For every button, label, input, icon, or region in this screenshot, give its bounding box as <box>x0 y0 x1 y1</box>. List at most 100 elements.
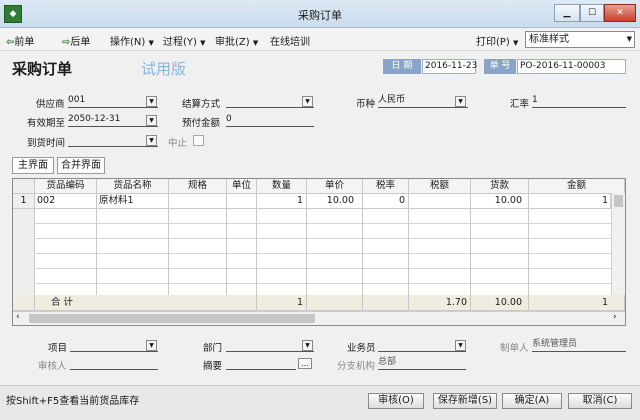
total-amount: 1 <box>529 295 625 311</box>
expiry-dropdown-icon[interactable]: ▼ <box>146 115 157 126</box>
process-menu[interactable]: 过程(Y) ▼ <box>163 33 206 48</box>
supplier-dropdown-icon[interactable]: ▼ <box>146 96 157 107</box>
cell-tax[interactable] <box>409 194 471 209</box>
department-label: 部门 <box>203 343 223 354</box>
cell-unit[interactable] <box>227 194 257 209</box>
col-header-qty: 数量 <box>257 179 307 194</box>
cancel-button[interactable]: 取消(C) <box>568 393 632 409</box>
prepay-field[interactable]: 0 <box>226 113 314 127</box>
arrival-label: 到货时间 <box>27 138 66 149</box>
summary-more-button[interactable]: … <box>298 358 312 369</box>
online-training-button[interactable]: 在线培训 <box>270 33 310 48</box>
supplier-label: 供应商 <box>36 99 65 110</box>
row-number: 1 <box>13 194 35 209</box>
arrival-dropdown-icon[interactable]: ▼ <box>146 135 157 146</box>
title-bar: ◆ 采购订单 ▁ ☐ ✕ <box>0 0 640 28</box>
scroll-left-icon[interactable]: ‹ <box>16 312 20 322</box>
caret-down-icon: ▼ <box>148 39 154 47</box>
project-field[interactable] <box>70 338 158 352</box>
toolbar: ⇦前单 ⇨后单 操作(N) ▼ 过程(Y) ▼ 审批(Z) ▼ 在线培训 打印(… <box>0 29 640 51</box>
col-header-price: 单价 <box>307 179 363 194</box>
department-dropdown-icon[interactable]: ▼ <box>302 340 313 351</box>
approve-menu[interactable]: 审批(Z) ▼ <box>215 33 258 48</box>
cell-spec[interactable] <box>169 194 227 209</box>
branch-label: 分支机构 <box>337 361 376 372</box>
purchase-order-window: ◆ 采购订单 ▁ ☐ ✕ ⇦前单 ⇨后单 操作(N) ▼ 过程(Y) ▼ 审批(… <box>0 0 640 420</box>
exchange-rate-field[interactable]: 1 <box>532 94 626 108</box>
scroll-right-icon[interactable]: › <box>613 312 617 322</box>
col-header-unit: 单位 <box>227 179 257 194</box>
auditor-label: 审核人 <box>38 361 67 372</box>
caret-down-icon: ▼ <box>626 35 632 43</box>
audit-button[interactable]: 审核(O) <box>368 393 424 409</box>
caret-down-icon: ▼ <box>513 39 519 47</box>
date-field[interactable]: 2016-11-23 <box>422 59 477 74</box>
salesperson-label: 业务员 <box>347 343 376 354</box>
order-no-field[interactable]: PO-2016-11-00003 <box>517 59 626 74</box>
cell-price[interactable]: 10.00 <box>307 194 363 209</box>
print-style-select[interactable]: 标准样式 ▼ <box>525 31 635 48</box>
col-header-taxrate: 税率 <box>363 179 409 194</box>
arrival-field[interactable] <box>68 133 158 147</box>
tab-main[interactable]: 主界面 <box>12 157 54 174</box>
status-hint: 按Shift+F5查看当前货品库存 <box>6 396 140 407</box>
scroll-thumb[interactable] <box>614 195 623 207</box>
prepay-label: 预付金额 <box>182 118 221 129</box>
cell-name[interactable]: 原材料1 <box>97 194 169 209</box>
maximize-button[interactable]: ☐ <box>580 4 604 22</box>
grid-vertical-scrollbar[interactable] <box>611 193 625 295</box>
summary-field[interactable] <box>226 356 296 370</box>
save-new-button[interactable]: 保存新增(S) <box>433 393 497 409</box>
supplier-field[interactable]: 001 <box>68 94 158 108</box>
settlement-label: 结算方式 <box>182 99 221 110</box>
window-title: 采购订单 <box>298 9 342 22</box>
col-header-amount: 金额 <box>529 179 625 194</box>
page-title: 采购订单 <box>12 60 73 78</box>
tab-merge[interactable]: 合并界面 <box>57 157 105 174</box>
maker-field: 系统管理员 <box>532 338 626 352</box>
empty-rows[interactable] <box>13 209 611 295</box>
print-menu[interactable]: 打印(P) ▼ <box>476 33 518 48</box>
project-label: 项目 <box>48 343 68 354</box>
items-table: 货品编码 货品名称 规格 单位 数量 单价 税率 税额 货款 金额 1 002 … <box>12 178 626 326</box>
total-goods: 10.00 <box>471 295 529 311</box>
close-button[interactable]: ✕ <box>604 4 636 22</box>
auditor-field <box>70 356 158 370</box>
date-label: 日 期 <box>383 59 421 74</box>
suspend-label: 中止 <box>168 138 188 149</box>
settlement-field[interactable] <box>226 94 314 108</box>
department-field[interactable] <box>226 338 314 352</box>
col-header-goods: 货款 <box>471 179 529 194</box>
row-header-corner <box>13 179 35 194</box>
col-header-spec: 规格 <box>169 179 227 194</box>
minimize-button[interactable]: ▁ <box>554 4 580 22</box>
cell-taxrate[interactable]: 0 <box>363 194 409 209</box>
currency-dropdown-icon[interactable]: ▼ <box>455 96 466 107</box>
cell-goods[interactable]: 10.00 <box>471 194 529 209</box>
salesperson-dropdown-icon[interactable]: ▼ <box>455 340 466 351</box>
next-doc-button[interactable]: ⇨后单 <box>62 33 90 48</box>
salesperson-field[interactable] <box>378 338 466 352</box>
suspend-checkbox[interactable] <box>193 135 204 146</box>
status-bar: 按Shift+F5查看当前货品库存 审核(O) 保存新增(S) 确定(A) 取消… <box>0 385 640 420</box>
expiry-label: 有效期至 <box>27 118 66 129</box>
branch-field: 总部 <box>378 356 466 370</box>
grid-horizontal-scrollbar[interactable]: ‹ › <box>13 311 625 325</box>
scroll-thumb[interactable] <box>29 314 315 323</box>
cell-qty[interactable]: 1 <box>257 194 307 209</box>
col-header-tax: 税额 <box>409 179 471 194</box>
cell-amount[interactable]: 1 <box>529 194 611 209</box>
row-number-column <box>13 209 35 295</box>
col-header-code: 货品编码 <box>35 179 97 194</box>
prev-doc-button[interactable]: ⇦前单 <box>6 33 34 48</box>
ok-button[interactable]: 确定(A) <box>502 393 562 409</box>
total-qty: 1 <box>257 295 307 311</box>
maker-label: 制单人 <box>500 343 529 354</box>
settlement-dropdown-icon[interactable]: ▼ <box>302 96 313 107</box>
project-dropdown-icon[interactable]: ▼ <box>146 340 157 351</box>
cell-code[interactable]: 002 <box>35 194 97 209</box>
currency-label: 币种 <box>356 99 376 110</box>
operation-menu[interactable]: 操作(N) ▼ <box>110 33 154 48</box>
expiry-field[interactable]: 2050-12-31 <box>68 113 158 127</box>
col-header-name: 货品名称 <box>97 179 169 194</box>
